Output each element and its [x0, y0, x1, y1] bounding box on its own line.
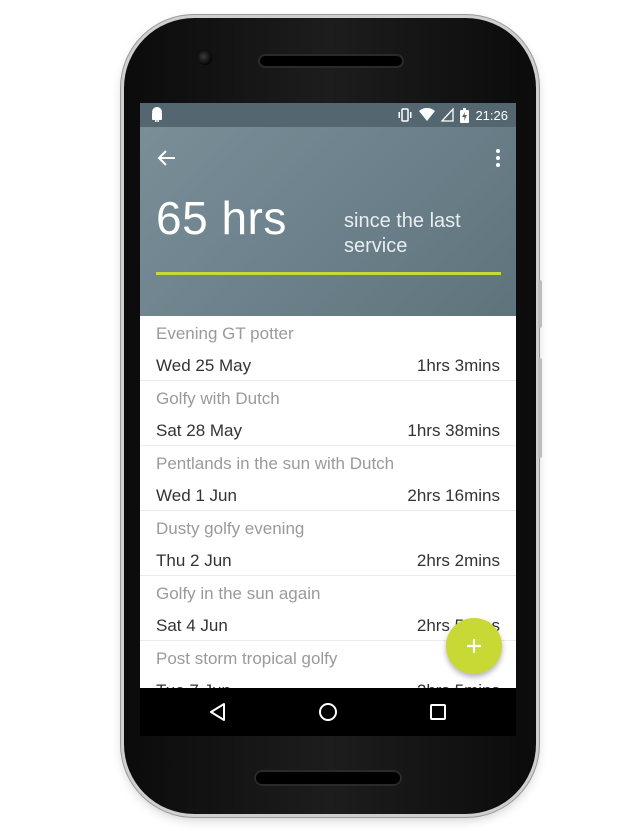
- battery-charging-icon: [460, 107, 470, 123]
- arrow-back-icon[interactable]: [156, 147, 178, 169]
- bottom-speaker: [254, 770, 402, 786]
- front-camera: [198, 51, 212, 65]
- hours-since-service: 65 hrs: [156, 192, 287, 244]
- ride-date: Wed 25 May: [156, 356, 252, 375]
- ride-date: Sat 28 May: [156, 421, 242, 440]
- triangle-back-icon[interactable]: [206, 700, 230, 724]
- square-recents-icon[interactable]: [426, 700, 450, 724]
- ride-date: Tue 7 Jun: [156, 681, 231, 688]
- signal-icon: [441, 108, 455, 122]
- ride-date: Thu 2 Jun: [156, 551, 232, 570]
- circle-home-icon[interactable]: [316, 700, 340, 724]
- add-ride-button[interactable]: [446, 618, 502, 674]
- ride-title: Post storm tropical golfy: [156, 649, 338, 668]
- ride-title: Golfy with Dutch: [156, 389, 280, 408]
- volume-button: [538, 358, 542, 458]
- app-screen: 21:26 65 hrs since the last service Even…: [140, 103, 516, 688]
- navigation-bar: [140, 688, 516, 736]
- service-progress-line: [156, 272, 501, 275]
- top-speaker: [258, 54, 404, 68]
- ride-duration: 1hrs 3mins: [416, 356, 500, 375]
- ride-list-item[interactable]: Evening GT potter Wed 25 May 1hrs 3mins: [140, 316, 516, 381]
- wifi-icon: [419, 108, 436, 121]
- service-header: 65 hrs since the last service: [140, 127, 516, 316]
- ride-title: Golfy in the sun again: [156, 584, 321, 603]
- power-button: [538, 280, 542, 328]
- since-last-service-label: since the last service: [344, 210, 461, 257]
- ride-title: Evening GT potter: [156, 324, 294, 343]
- status-bar: 21:26: [140, 103, 516, 127]
- vibrate-icon: [398, 108, 412, 122]
- more-vert-icon[interactable]: [494, 147, 502, 169]
- ride-title: Pentlands in the sun with Dutch: [156, 454, 395, 473]
- android-notification-icon: [152, 107, 162, 122]
- ride-list-item[interactable]: Dusty golfy evening Thu 2 Jun 2hrs 2mins: [140, 511, 516, 576]
- ride-date: Wed 1 Jun: [156, 486, 237, 505]
- ride-list-item[interactable]: Pentlands in the sun with Dutch Wed 1 Jun…: [140, 446, 516, 511]
- plus-icon: [467, 639, 481, 653]
- status-time: 21:26: [475, 107, 508, 123]
- ride-list-item[interactable]: Golfy with Dutch Sat 28 May 1hrs 38mins: [140, 381, 516, 446]
- ride-duration: 2hrs 16mins: [407, 486, 500, 505]
- ride-date: Sat 4 Jun: [156, 616, 228, 635]
- status-icons: 21:26: [397, 103, 508, 127]
- ride-duration: 2hrs 5mins: [417, 681, 500, 688]
- ride-duration: 2hrs 2mins: [416, 551, 500, 570]
- ride-title: Dusty golfy evening: [156, 519, 305, 538]
- ride-duration: 1hrs 38mins: [407, 421, 500, 440]
